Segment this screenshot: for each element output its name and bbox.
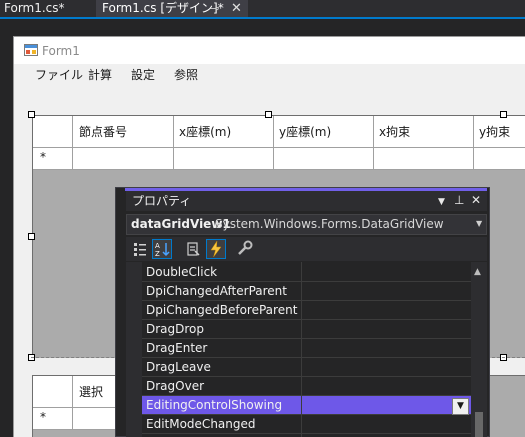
categorized-view-icon[interactable] xyxy=(130,239,150,259)
grid1-new-row-header[interactable]: * xyxy=(33,148,73,170)
property-pages-wrench-icon[interactable] xyxy=(235,239,255,259)
grid1-column-header-label: 節点番号 xyxy=(79,125,128,139)
events-lightning-icon[interactable] xyxy=(206,239,226,259)
resize-handle-ne[interactable] xyxy=(500,111,507,118)
event-name: DpiChangedBeforeParent xyxy=(146,303,298,317)
event-name: EditingControlShowing xyxy=(146,398,283,412)
close-window-icon[interactable]: ✕ xyxy=(471,193,481,207)
event-name: DragOver xyxy=(146,379,205,393)
close-tab-icon[interactable]: ✕ xyxy=(231,0,242,17)
menu-file[interactable]: ファイル xyxy=(35,67,83,83)
grid1-column-header[interactable]: x座標(m) xyxy=(174,116,274,148)
event-name: EditModeChanged xyxy=(146,417,256,431)
menu-calc[interactable]: 計算 xyxy=(88,67,112,83)
tab-form1-code[interactable]: Form1.cs* xyxy=(0,0,92,18)
resize-handle-n[interactable] xyxy=(265,111,272,118)
grid1-cell[interactable] xyxy=(73,148,174,170)
new-row-marker: * xyxy=(40,150,46,164)
grid1-cell[interactable] xyxy=(474,148,525,170)
grid1-column-header[interactable]: y座標(m) xyxy=(274,116,374,148)
event-name: DragLeave xyxy=(146,360,211,374)
event-handler-dropdown-button[interactable]: ▼ xyxy=(452,398,469,415)
properties-title: プロパティ xyxy=(132,194,192,208)
properties-view-icon[interactable] xyxy=(183,239,203,259)
window-position-dropdown-icon[interactable]: ▼ xyxy=(438,195,445,209)
pin-tab-icon[interactable]: ⊸ xyxy=(210,0,219,17)
grid1-cell[interactable] xyxy=(274,148,374,170)
name-value-splitter[interactable] xyxy=(301,262,302,437)
event-name: DragEnter xyxy=(146,341,208,355)
events-scrollbar[interactable] xyxy=(471,262,487,437)
form-titlebar xyxy=(13,36,525,64)
event-name: DpiChangedAfterParent xyxy=(146,284,287,298)
resize-handle-w[interactable] xyxy=(28,233,35,240)
grid1-column-header[interactable]: y拘束 xyxy=(474,116,525,148)
alphabetical-sort-icon[interactable]: A Z xyxy=(152,239,172,259)
grid2-row-header-corner[interactable] xyxy=(33,376,73,408)
grid2-column-header-label: 選択 xyxy=(79,385,104,399)
menu-reference[interactable]: 参照 xyxy=(174,67,198,83)
scrollbar-thumb[interactable] xyxy=(475,412,483,437)
grid1-column-header[interactable]: x拘束 xyxy=(374,116,474,148)
grid1-column-header-label: y座標(m) xyxy=(279,125,332,139)
tab-form1-designer[interactable]: Form1.cs [デザイン]* xyxy=(96,0,248,18)
resize-handle-nw[interactable] xyxy=(28,111,35,118)
grid1-cell[interactable] xyxy=(174,148,274,170)
svg-text:Z: Z xyxy=(155,250,160,258)
grid2-new-row-header[interactable]: * xyxy=(33,408,73,430)
new-row-marker: * xyxy=(40,410,46,424)
pin-window-icon[interactable]: ⊥ xyxy=(454,193,464,207)
grid1-column-header[interactable]: 節点番号 xyxy=(73,116,174,148)
grid1-row-header-corner[interactable] xyxy=(33,116,73,148)
grid1-column-header-label: x拘束 xyxy=(379,125,411,139)
grid1-column-header-label: x座標(m) xyxy=(179,125,232,139)
menu-settings[interactable]: 設定 xyxy=(131,67,155,83)
grid1-cell[interactable] xyxy=(374,148,474,170)
form-title: Form1 xyxy=(42,44,80,58)
scroll-up-arrow-icon[interactable]: ▲ xyxy=(474,267,481,277)
events-grid-gutter xyxy=(126,262,142,437)
event-name: DragDrop xyxy=(146,322,205,336)
svg-text:A: A xyxy=(155,242,160,250)
form-icon xyxy=(24,44,38,56)
event-name: DoubleClick xyxy=(146,265,218,279)
tab-form1-designer-label: Form1.cs [デザイン]* xyxy=(102,1,224,15)
object-selector-arrow-icon[interactable]: ▼ xyxy=(476,219,482,229)
object-type: System.Windows.Forms.DataGridView xyxy=(215,217,444,231)
grid1-column-header-label: y拘束 xyxy=(479,125,511,139)
properties-toolbar xyxy=(126,237,487,261)
